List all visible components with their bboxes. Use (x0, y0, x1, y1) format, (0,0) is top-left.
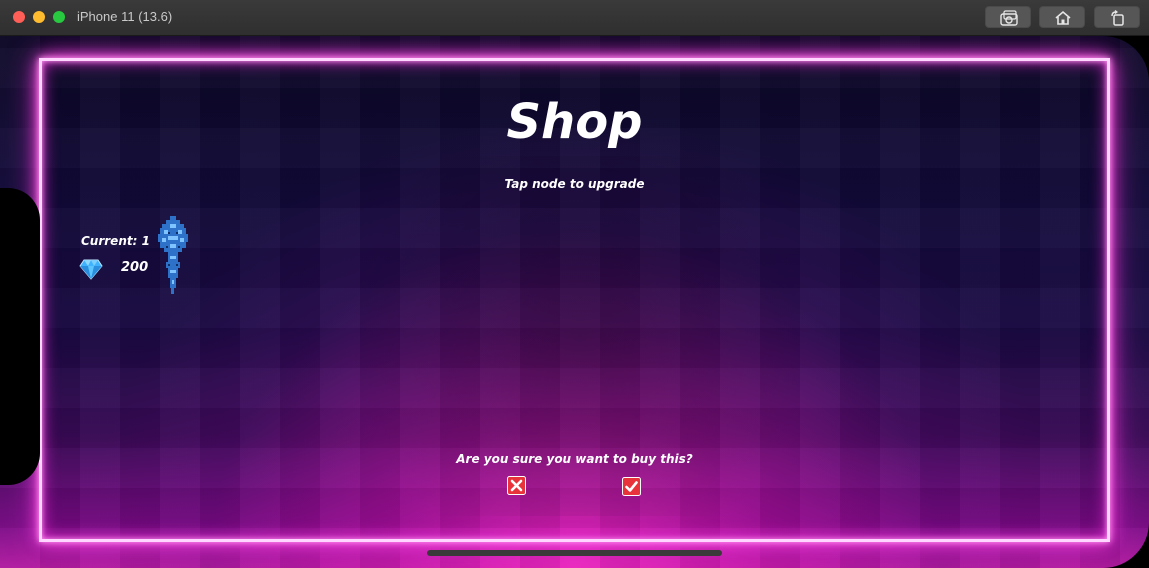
rotate-icon (1111, 10, 1124, 26)
window-title: iPhone 11 (13.6) (77, 9, 173, 24)
home-button[interactable] (1039, 6, 1085, 28)
close-window-button[interactable] (13, 11, 25, 23)
home-icon (1055, 10, 1071, 25)
zoom-window-button[interactable] (53, 11, 65, 23)
screenshot-icon (1000, 10, 1018, 26)
cancel-purchase-button[interactable] (507, 476, 526, 495)
home-indicator[interactable] (427, 550, 722, 556)
upgrade-hint: Tap node to upgrade (504, 177, 645, 191)
ship-icon[interactable] (157, 216, 189, 294)
screenshot-button[interactable] (985, 6, 1031, 28)
simulator-window: iPhone 11 (13.6) Shop Tap node to upgrad… (0, 0, 1149, 568)
purchase-confirm-question: Are you sure you want to buy this? (456, 452, 693, 466)
gem-cost: 200 (121, 260, 149, 275)
shop-title: Shop (506, 94, 643, 150)
current-level-label: Current: 1 (81, 234, 150, 248)
title-bar: iPhone 11 (13.6) (0, 0, 1149, 36)
rotate-button[interactable] (1094, 6, 1140, 28)
gem-icon (79, 259, 103, 280)
device-notch (0, 188, 40, 485)
game-screen: Shop Tap node to upgrade Current: 1 200 (0, 36, 1149, 568)
confirm-purchase-button[interactable] (622, 477, 641, 496)
minimize-window-button[interactable] (33, 11, 45, 23)
